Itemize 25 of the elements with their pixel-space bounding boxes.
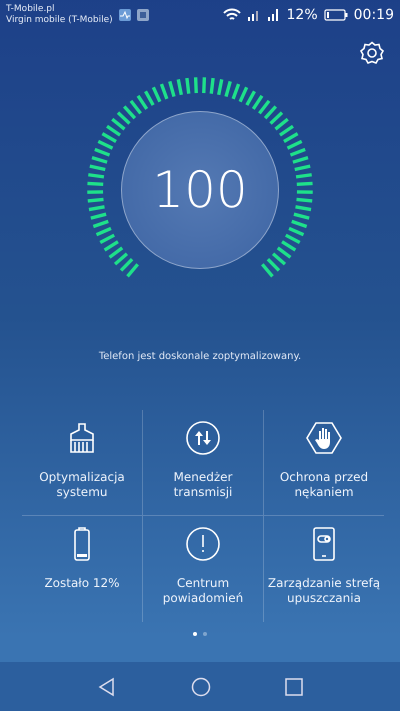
health-app-icon — [118, 9, 131, 21]
settings-icon[interactable] — [360, 40, 384, 64]
hand-icon — [306, 420, 342, 456]
back-icon[interactable] — [97, 676, 117, 696]
image-icon — [136, 9, 149, 21]
score-value: 100 — [121, 111, 279, 269]
tile-label[interactable]: Optymalizacja systemu — [22, 470, 142, 500]
signal-icon — [246, 9, 261, 21]
clock: 00:19 — [354, 7, 394, 23]
carrier-name: Virgin mobile (T-Mobile) — [6, 15, 113, 26]
transfer-icon — [185, 420, 221, 456]
status-message: Telefon jest doskonale zoptymalizowany. — [98, 351, 302, 362]
signal-icon — [266, 9, 281, 21]
tile-label[interactable]: Menedżer transmisji — [143, 470, 263, 500]
battery-icon — [324, 9, 348, 21]
recents-icon[interactable] — [285, 678, 303, 696]
home-icon[interactable] — [191, 676, 211, 696]
carrier-name: T-Mobile.pl — [6, 4, 56, 15]
tile-label[interactable]: Zarządzanie strefą upuszczania — [264, 576, 384, 606]
alert-icon — [185, 526, 221, 562]
tile-label[interactable]: Centrum powiadomień — [143, 576, 263, 606]
tile-label[interactable]: Zostało 12% — [22, 576, 142, 591]
battery-percent: 12% — [286, 7, 318, 23]
tile-label[interactable]: Ochrona przed nękaniem — [264, 470, 384, 500]
wifi-icon — [222, 8, 241, 22]
